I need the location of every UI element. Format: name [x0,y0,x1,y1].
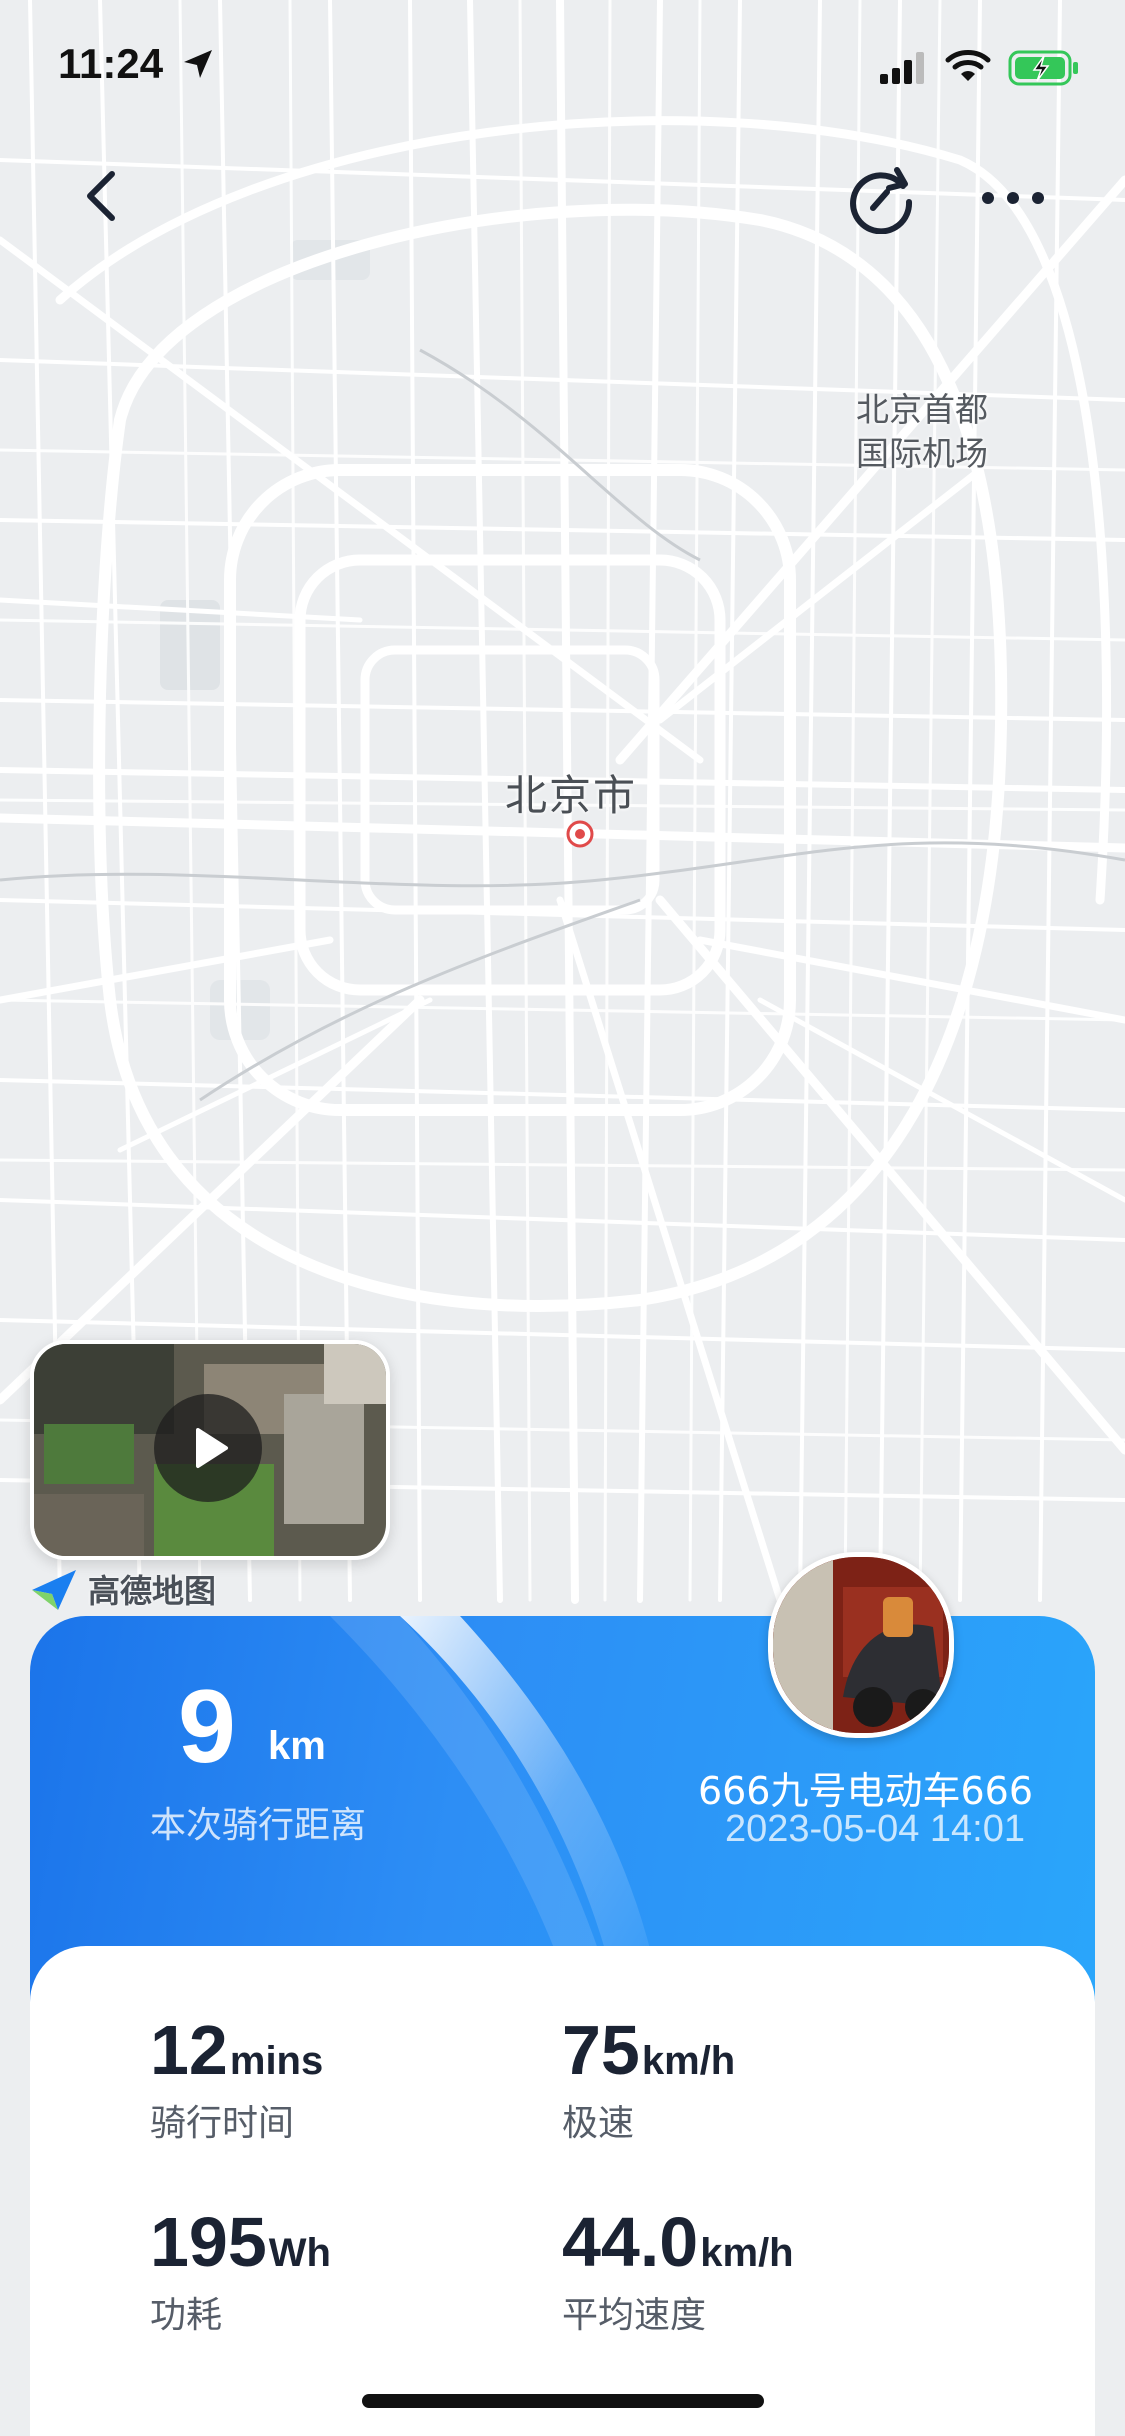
amap-text: 高德地图 [88,1572,217,1610]
ride-detail-screen: 北京市 北京首都 国际机场 11:24 高德地图 9 km 本次骑行距离 666… [0,0,1125,2436]
stat-value: 195 [150,2203,267,2281]
stat-label: 功耗 [150,2295,223,2336]
stat-unit: mins [229,2039,324,2083]
stat-ride-time: 12mins 骑行时间 [150,2010,323,2146]
ride-date: 2023-05-04 14:01 [724,1808,1025,1850]
amap-logo-icon [32,1570,76,1610]
amap-attribution: 高德地图 [28,1566,216,1612]
route-video-thumbnail[interactable] [30,1340,390,1560]
battery-charging-icon [1008,50,1078,86]
stat-value-row: 75km/h [562,2010,735,2090]
stat-value: 75 [562,2011,640,2089]
vehicle-name: 666九号电动车666 [697,1769,1033,1813]
stat-unit: km/h [641,2039,736,2083]
play-button[interactable] [154,1394,262,1502]
refresh-button[interactable] [845,162,917,235]
stat-avg-speed: 44.0km/h 平均速度 [562,2202,794,2338]
distance-unit: km [268,1724,326,1768]
vehicle-avatar[interactable] [768,1552,954,1738]
location-arrow-icon [184,50,212,78]
location-pin-icon [566,820,594,848]
back-button[interactable] [76,160,132,232]
airport-label-line2: 国际机场 [856,434,988,473]
stat-label: 平均速度 [562,2295,707,2336]
city-label: 北京市 [505,771,638,820]
stat-value-row: 195Wh [150,2202,331,2282]
more-icon [982,192,1044,204]
stat-value-row: 44.0km/h [562,2202,794,2282]
cellular-signal-icon [880,52,924,84]
scooter-image [773,1557,949,1733]
distance-label: 本次骑行距离 [150,1805,367,1846]
airport-label: 北京首都 国际机场 [856,388,1016,476]
stat-unit: km/h [700,2231,794,2275]
stat-top-speed: 75km/h 极速 [562,2010,735,2146]
stat-value-row: 12mins [150,2010,323,2090]
home-indicator[interactable] [362,2394,764,2408]
distance-value: 9 [178,1669,236,1785]
play-icon [196,1428,228,1468]
stat-energy: 195Wh 功耗 [150,2202,331,2338]
stat-label: 骑行时间 [150,2103,295,2144]
status-bar: 11:24 [0,0,1125,130]
stat-label: 极速 [562,2103,635,2144]
more-button[interactable] [978,180,1048,216]
stat-value: 44.0 [562,2203,699,2281]
refresh-icon [850,167,913,235]
chevron-left-icon [87,171,115,221]
airport-label-line1: 北京首都 [856,390,988,429]
stat-value: 12 [150,2011,228,2089]
wifi-icon [945,50,991,81]
status-time: 11:24 [58,40,164,87]
stat-unit: Wh [268,2231,331,2275]
